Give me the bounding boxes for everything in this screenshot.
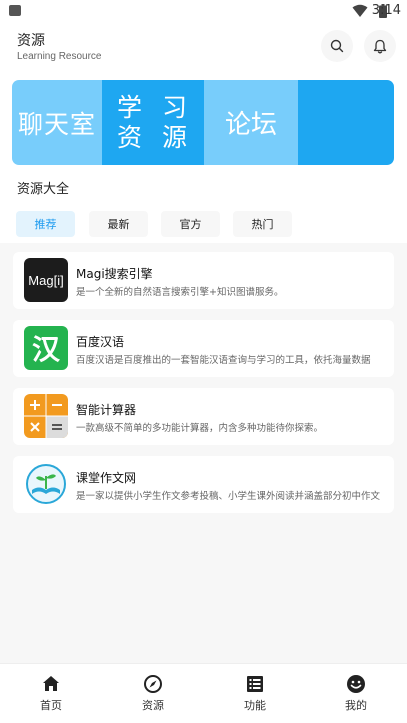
resource-list: Mag[i] Magi搜索引擎 是一个全新的自然语言搜索引擎+知识图谱服务。 汉…	[0, 243, 407, 663]
resource-description: 是一个全新的自然语言搜索引擎+知识图谱服务。	[76, 287, 284, 298]
list-item[interactable]: 智能计算器 一款高级不简单的多功能计算器，内含多种功能待你探索。	[13, 388, 394, 445]
tab-popular[interactable]: 热门	[233, 211, 292, 237]
page-subtitle: Learning Resource	[17, 51, 102, 62]
resource-name: 百度汉语	[76, 335, 125, 349]
list-icon	[247, 676, 263, 692]
home-icon	[43, 676, 59, 691]
tab-official[interactable]: 官方	[161, 211, 220, 237]
banner-forum[interactable]: 论坛	[204, 80, 298, 165]
calculator-icon	[24, 394, 68, 438]
page-title: 资源	[17, 33, 45, 49]
feature-banner: 聊天室 学 习 资 源 论坛	[12, 80, 394, 165]
resource-name: Magi搜索引擎	[76, 267, 153, 281]
nav-functions[interactable]: 功能	[225, 674, 285, 713]
book-sprout-icon	[26, 464, 66, 504]
zuowen-logo	[24, 462, 68, 506]
resource-description: 是一家以提供小学生作文参考投稿、小学生课外阅读并涵盖部分初中作文	[76, 491, 381, 502]
status-time: 3:14	[371, 3, 401, 18]
status-bar: 3:14	[0, 0, 407, 24]
nav-resources[interactable]: 资源	[123, 674, 183, 713]
section-title: 资源大全	[17, 182, 70, 197]
compass-icon	[144, 675, 162, 693]
notification-button[interactable]	[364, 30, 396, 62]
nav-profile[interactable]: 我的	[326, 674, 386, 713]
page-header: 资源 Learning Resource	[0, 24, 407, 74]
notification-app-icon	[9, 5, 21, 16]
magi-logo: Mag[i]	[24, 258, 68, 302]
bell-icon	[373, 39, 387, 53]
banner-blank-segment	[298, 80, 394, 165]
baidu-hanyu-logo: 汉	[24, 326, 68, 370]
banner-learning-resources[interactable]: 学 习 资 源	[102, 80, 204, 165]
nav-home[interactable]: 首页	[21, 674, 81, 713]
list-item[interactable]: 汉 百度汉语 百度汉语是百度推出的一套智能汉语查询与学习的工具，依托海量数据	[13, 320, 394, 377]
calculator-logo	[24, 394, 68, 438]
list-item[interactable]: 课堂作文网 是一家以提供小学生作文参考投稿、小学生课外阅读并涵盖部分初中作文	[13, 456, 394, 513]
resource-name: 智能计算器	[76, 403, 137, 417]
search-icon	[330, 39, 344, 53]
resource-description: 一款高级不简单的多功能计算器，内含多种功能待你探索。	[76, 423, 324, 434]
search-button[interactable]	[321, 30, 353, 62]
tab-recommended[interactable]: 推荐	[16, 211, 75, 237]
resource-name: 课堂作文网	[76, 471, 137, 485]
tab-latest[interactable]: 最新	[89, 211, 148, 237]
banner-chatroom[interactable]: 聊天室	[12, 80, 102, 165]
smiley-icon	[347, 675, 365, 693]
wifi-icon	[352, 4, 368, 17]
list-item[interactable]: Mag[i] Magi搜索引擎 是一个全新的自然语言搜索引擎+知识图谱服务。	[13, 252, 394, 309]
bottom-navigation: 首页 资源 功能 我的	[0, 663, 407, 723]
resource-description: 百度汉语是百度推出的一套智能汉语查询与学习的工具，依托海量数据	[76, 355, 371, 366]
